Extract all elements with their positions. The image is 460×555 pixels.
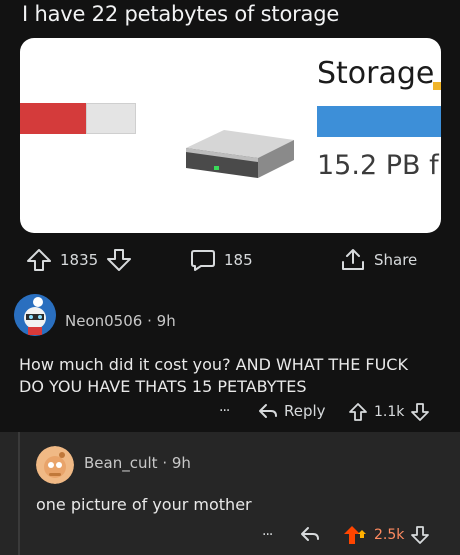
more-icon: ··· [219,403,230,419]
drive-usage-bar-track [86,103,136,134]
post-title[interactable]: I have 22 petabytes of storage [22,2,339,26]
comment-count: 185 [224,251,253,269]
reply-arrow-icon [301,527,319,541]
downvote-icon[interactable] [410,525,430,545]
comment-score: 2.5k [374,527,405,543]
reply-comment: Bean_cult · 9h one picture of your mothe… [0,432,460,555]
storage-value: 15.2 PB f [317,150,439,181]
post-action-bar: 1835 185 Share [0,240,460,280]
reply-arrow-icon [259,404,277,418]
storage-label-marker [433,82,441,90]
upvote-active-icon[interactable] [342,524,368,546]
share-label: Share [374,251,418,269]
downvote-icon[interactable] [410,402,430,422]
avatar-image [14,294,56,336]
avatar-image [36,446,74,484]
upvote-icon[interactable] [26,248,52,272]
comment-body: How much did it cost you? AND WHAT THE F… [19,354,408,398]
more-options-button[interactable]: ··· [219,403,230,419]
storage-label: Storage [317,56,435,91]
comment-author[interactable]: Bean_cult · 9h [84,454,191,472]
storage-usage-bar [317,106,441,137]
reply-button[interactable]: Reply [258,402,326,420]
comment-vote-group: 1.1k [348,402,430,422]
avatar[interactable] [36,446,74,484]
comment-body: one picture of your mother [36,495,252,514]
share-button[interactable]: Share [340,248,417,272]
hard-drive-icon [186,130,294,178]
post-image[interactable]: Storage 15.2 PB f [20,38,441,233]
comment-score: 1.1k [374,404,405,420]
username-text[interactable]: Neon0506 [65,312,142,330]
more-icon: ··· [262,527,273,543]
meta-separator: · [162,454,168,472]
thread-line [18,432,20,555]
comment-author[interactable]: Neon0506 · 9h [65,312,176,330]
comment-time: 9h [156,312,176,330]
avatar[interactable] [14,294,56,336]
comment-time: 9h [171,454,191,472]
comment-bubble-icon [191,250,215,271]
upvote-count: 1835 [60,251,99,269]
vote-group: 1835 [26,248,132,272]
downvote-icon[interactable] [106,248,132,272]
drive-usage-bar-fill [20,103,86,134]
upvote-icon[interactable] [348,402,368,422]
share-icon [342,249,364,270]
username-text[interactable]: Bean_cult [84,454,158,472]
comments-button[interactable]: 185 [190,248,253,272]
meta-separator: · [147,312,152,330]
reply-label: Reply [284,402,326,420]
reply-button[interactable] [300,525,320,543]
more-options-button[interactable]: ··· [262,527,273,543]
comment-vote-group: 2.5k [342,524,430,546]
comment-line: How much did it cost you? AND WHAT THE F… [19,355,408,374]
comment-line: DO YOU HAVE THATS 15 PETABYTES [19,377,307,396]
